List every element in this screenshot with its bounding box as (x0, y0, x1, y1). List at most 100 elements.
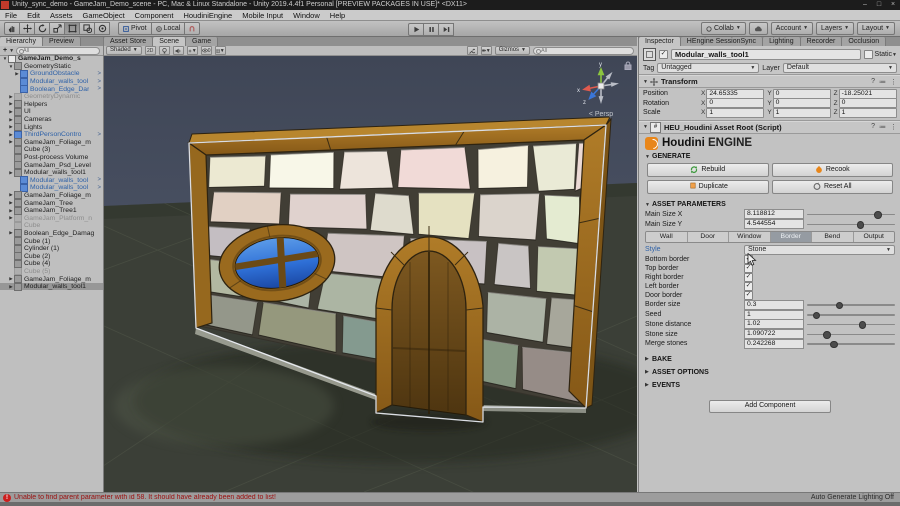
hierarchy-item-groundobstacle[interactable]: ▶ GroundObstacle > (0, 69, 103, 78)
border-size-slider[interactable] (807, 301, 895, 310)
param-tab-door[interactable]: Door (687, 232, 729, 243)
slider-knob[interactable] (856, 221, 865, 229)
transform-header[interactable]: ▼ Transform ? ≔ ⋮ (639, 75, 900, 88)
prefab-chevron-icon[interactable]: > (97, 132, 103, 138)
param-tab-bend[interactable]: Bend (812, 232, 854, 243)
scale-y-field[interactable]: 1 (772, 107, 831, 118)
generate-foldout[interactable]: ▼ GENERATE (639, 152, 900, 162)
tab-game[interactable]: Game (186, 37, 219, 46)
main-size-x-value-field[interactable]: 8.118812 (744, 209, 804, 220)
border-size-value-field[interactable]: 0.3 (744, 299, 804, 310)
tab-scene[interactable]: Scene (153, 37, 187, 46)
component-menu-icon[interactable]: ⋮ (890, 78, 897, 86)
rotate-tool-button[interactable] (35, 22, 50, 35)
collab-button[interactable]: Collab ▼ (700, 22, 746, 35)
scene-viewport[interactable]: y x z < Persp (104, 56, 637, 492)
houdini-component-header[interactable]: ▼ # HEU_Houdini Asset Root (Script) ? ≔ ⋮ (639, 120, 900, 134)
tab-preview[interactable]: Preview (42, 37, 81, 46)
close-button[interactable]: × (886, 0, 900, 10)
prefab-chevron-icon[interactable]: > (97, 79, 103, 85)
foldout-asset-options[interactable]: ▶ ASSET OPTIONS (639, 366, 900, 379)
hierarchy-item-modular-walls-tool1[interactable]: ▶ Modular_walls_tool1 (0, 168, 103, 177)
rotation-z-field[interactable]: 0 (838, 98, 897, 109)
scene-audio-button[interactable] (172, 46, 184, 55)
position-y-field[interactable]: 0 (772, 88, 831, 99)
component-menu-icon[interactable]: ⋮ (890, 123, 897, 131)
create-object-button[interactable]: + (0, 47, 9, 54)
help-icon[interactable]: ? (871, 123, 875, 131)
static-dropdown-arrow[interactable]: ▼ (892, 52, 897, 58)
hierarchy-item-modular-walls-tool1[interactable]: ▶ Modular_walls_tool1 (0, 282, 103, 291)
gameobject-name-field[interactable]: Modular_walls_tool1 (671, 49, 861, 60)
maximize-button[interactable]: □ (872, 0, 886, 10)
slider-knob[interactable] (835, 301, 844, 310)
hierarchy-search-input[interactable]: All (16, 46, 100, 55)
door-border-checkbox[interactable]: ✓ (744, 290, 753, 300)
prefab-chevron-icon[interactable]: > (97, 86, 103, 92)
cloud-button[interactable] (748, 22, 768, 35)
hierarchy-item-modular-walls-tool[interactable]: Modular_walls_tool > (0, 77, 103, 86)
status-bar[interactable]: ! Unable to find parent parameter with i… (0, 492, 900, 506)
hierarchy-item-cube-5[interactable]: Cube (5) (0, 267, 103, 276)
prefab-chevron-icon[interactable]: > (97, 71, 103, 77)
bottom-border-checkbox[interactable]: ✓ (744, 254, 753, 264)
lighting-status-text[interactable]: Auto Generate Lighting Off (811, 494, 894, 501)
minimize-button[interactable]: – (858, 0, 872, 10)
foldout-events[interactable]: ▶ EVENTS (639, 379, 900, 392)
menu-assets[interactable]: Assets (45, 11, 78, 20)
seed-slider[interactable] (807, 311, 895, 320)
prefab-chevron-icon[interactable]: > (97, 177, 103, 183)
camera-dropdown[interactable]: ▼ (480, 46, 492, 55)
shading-mode-dropdown[interactable]: Shaded ▼ (106, 46, 142, 55)
param-tab-wall[interactable]: Wall (646, 232, 688, 243)
menu-gameobject[interactable]: GameObject (78, 11, 130, 20)
snap-toggle[interactable] (185, 22, 201, 35)
toggle-2d-button[interactable]: 2D (144, 46, 156, 55)
foldout-bake[interactable]: ▶ BAKE (639, 353, 900, 366)
main-size-y-value-field[interactable]: 4.544554 (744, 219, 804, 230)
scene-lighting-button[interactable] (158, 46, 170, 55)
tag-dropdown[interactable]: Untagged ▼ (657, 63, 760, 73)
stone-distance-slider[interactable] (807, 320, 895, 329)
merge-stones-slider[interactable] (807, 340, 895, 349)
position-z-field[interactable]: -18.25021 (838, 88, 897, 99)
menu-houdiniengine[interactable]: HoudiniEngine (178, 11, 237, 20)
tab-hengine-sessionsync[interactable]: HEngine SessionSync (680, 37, 764, 46)
recook-button[interactable]: Recook (771, 162, 893, 177)
pivot-toggle[interactable]: Pivot (118, 22, 152, 35)
merge-stones-value-field[interactable]: 0.242268 (744, 338, 804, 349)
rebuild-button[interactable]: Rebuild (647, 162, 769, 177)
tab-inspector[interactable]: Inspector (639, 37, 681, 46)
tool-settings-button[interactable] (466, 46, 478, 55)
param-tab-border[interactable]: Border (770, 232, 812, 243)
reset-all-button[interactable]: Reset All (771, 179, 893, 194)
param-tab-output[interactable]: Output (853, 232, 894, 243)
scene-effects-dropdown[interactable]: ▼ (186, 46, 198, 55)
slider-knob[interactable] (823, 331, 831, 339)
presets-icon[interactable]: ≔ (879, 123, 886, 131)
slider-knob[interactable] (858, 321, 867, 329)
scale-z-field[interactable]: 1 (838, 107, 897, 118)
duplicate-button[interactable]: Duplicate (647, 179, 769, 194)
account-dropdown[interactable]: Account ▼ (770, 22, 814, 35)
menu-mobile-input[interactable]: Mobile Input (237, 11, 288, 20)
presets-icon[interactable]: ≔ (879, 78, 886, 86)
tab-recorder[interactable]: Recorder (800, 37, 843, 46)
pause-button[interactable] (424, 23, 439, 36)
right-border-checkbox[interactable]: ✓ (744, 272, 753, 282)
main-size-y-slider[interactable] (807, 220, 895, 229)
play-button[interactable] (408, 23, 424, 36)
transform-tool-button[interactable] (80, 22, 95, 35)
help-icon[interactable]: ? (871, 78, 875, 86)
hierarchy-item-geometrystatic[interactable]: ▼ GeometryStatic (0, 62, 103, 71)
add-component-button[interactable]: Add Component (709, 399, 831, 413)
rotation-y-field[interactable]: 0 (772, 98, 831, 109)
param-tab-window[interactable]: Window (729, 232, 771, 243)
gizmos-dropdown[interactable]: Gizmos ▼ (494, 46, 530, 55)
scale-x-field[interactable]: 1 (706, 107, 765, 118)
hierarchy-item-modular-walls-tool[interactable]: Modular_walls_tool > (0, 176, 103, 185)
hierarchy-item-geometrydynamic[interactable]: ▶ GeometryDynamic (0, 92, 103, 101)
tab-lighting[interactable]: Lighting (763, 37, 801, 46)
stone-size-slider[interactable] (807, 330, 895, 339)
custom-tool-button[interactable] (95, 22, 110, 35)
